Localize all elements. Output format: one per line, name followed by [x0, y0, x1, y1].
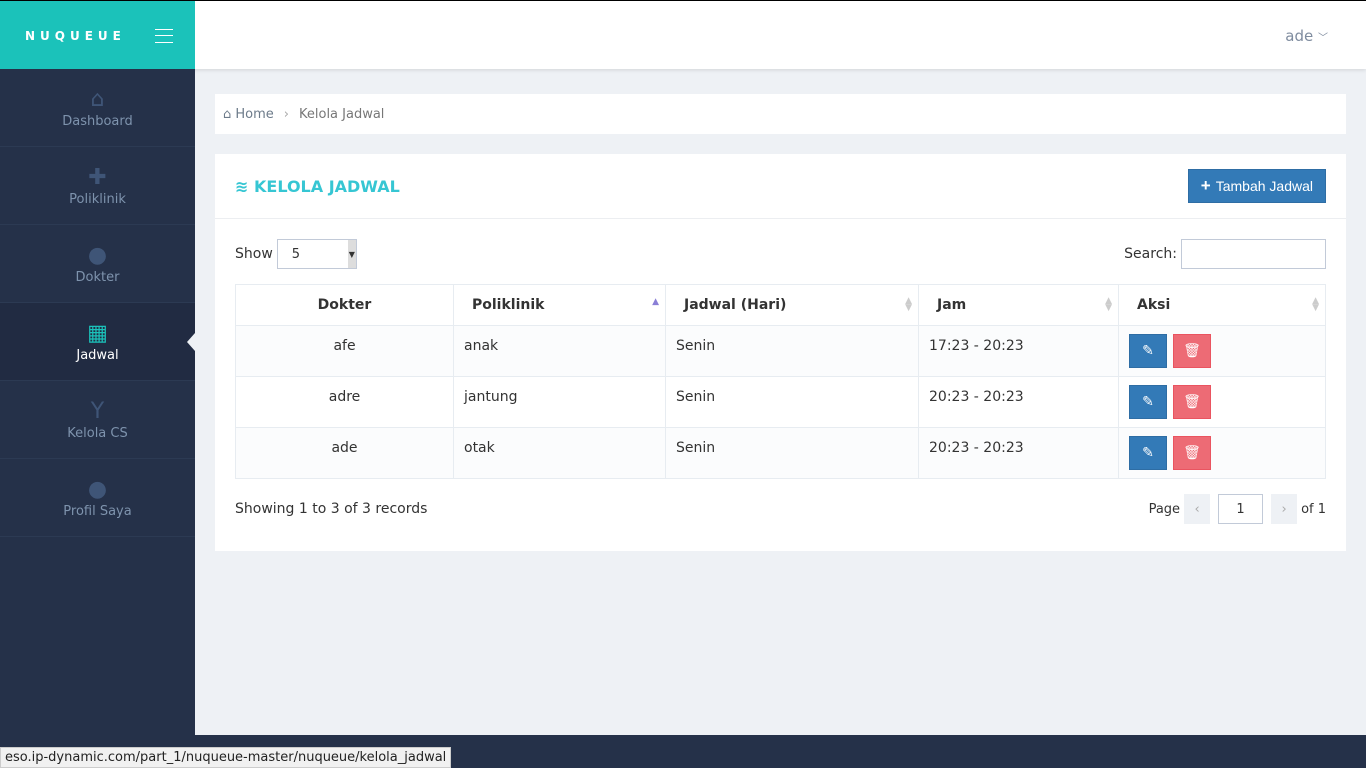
cell-poliklinik: otak: [453, 427, 666, 479]
sort-icon: ▲ ▼: [905, 296, 912, 313]
sidebar-item-dashboard[interactable]: ⌂ Dashboard: [0, 69, 195, 147]
cell-jam: 17:23 - 20:23: [918, 325, 1119, 377]
delete-button[interactable]: 🗑: [1173, 334, 1211, 368]
cell-jadwal: Senin: [665, 427, 919, 479]
table-row: adre jantung Senin 20:23 - 20:23 ✎ 🗑: [235, 376, 1326, 428]
column-header-dokter[interactable]: Dokter: [235, 284, 454, 326]
delete-button[interactable]: 🗑: [1173, 436, 1211, 470]
pencil-icon: ✎: [1142, 343, 1154, 359]
sort-icon: ▲ ▼: [1312, 296, 1319, 313]
cell-aksi: ✎ 🗑: [1118, 376, 1326, 428]
search-input[interactable]: [1181, 239, 1326, 269]
show-label: Show: [235, 246, 273, 262]
header-label: Jam: [937, 297, 967, 313]
sidebar-item-label: Kelola CS: [67, 426, 128, 441]
prev-page-button[interactable]: ‹: [1184, 494, 1211, 524]
column-header-jam[interactable]: Jam ▲ ▼: [918, 284, 1119, 326]
cell-jadwal: Senin: [665, 325, 919, 377]
header-label: Aksi: [1137, 297, 1171, 313]
edit-button[interactable]: ✎: [1129, 385, 1167, 419]
edit-button[interactable]: ✎: [1129, 334, 1167, 368]
sort-icon: ▲ ▼: [1105, 296, 1112, 313]
page-input[interactable]: 1: [1218, 494, 1264, 524]
header-label: Jadwal (Hari): [684, 297, 787, 313]
cell-jam: 20:23 - 20:23: [918, 376, 1119, 428]
child-icon: Y: [90, 399, 105, 424]
sidebar-item-profil-saya[interactable]: ● Profil Saya: [0, 459, 195, 537]
trash-icon: 🗑: [1183, 394, 1201, 410]
pagination: Page ‹ 1 › of 1: [1149, 494, 1326, 524]
header-label: Dokter: [317, 297, 372, 313]
page-title: ≋ KELOLA JADWAL: [235, 177, 400, 196]
cell-dokter: adre: [235, 376, 454, 428]
user-name: ade: [1285, 27, 1314, 45]
sidebar-item-label: Jadwal: [76, 348, 119, 363]
cell-poliklinik: jantung: [453, 376, 666, 428]
chevron-right-icon: ›: [283, 106, 289, 122]
column-header-poliklinik[interactable]: Poliklinik ▲: [453, 284, 666, 326]
sidebar: ⌂ Dashboard ✚ Poliklinik ● Dokter ▦ Jadwal Y…: [0, 69, 195, 735]
sidebar-item-dokter[interactable]: ● Dokter: [0, 225, 195, 303]
next-page-button[interactable]: ›: [1271, 494, 1298, 524]
cell-dokter: afe: [235, 325, 454, 377]
table-row: afe anak Senin 17:23 - 20:23 ✎ 🗑: [235, 325, 1326, 377]
sidebar-item-label: Poliklinik: [69, 192, 126, 207]
cell-dokter: ade: [235, 427, 454, 479]
status-url: eso.ip-dynamic.com/part_1/nuqueue-master…: [0, 747, 452, 768]
sidebar-item-label: Profil Saya: [63, 504, 132, 519]
brand-bar: NUQUEUE: [0, 1, 195, 70]
trash-icon: 🗑: [1183, 445, 1201, 461]
page-label: Page: [1148, 501, 1181, 517]
medkit-icon: ✚: [88, 165, 107, 190]
trash-icon: 🗑: [1183, 343, 1201, 359]
search-label: Search:: [1124, 246, 1177, 262]
breadcrumb-current: Kelola Jadwal: [299, 106, 385, 122]
caret-down-icon: ▼: [347, 240, 356, 268]
add-jadwal-label: Tambah Jadwal: [1215, 178, 1313, 194]
plus-icon: +: [1200, 176, 1211, 195]
cell-poliklinik: anak: [453, 325, 666, 377]
column-header-jadwal[interactable]: Jadwal (Hari) ▲ ▼: [665, 284, 919, 326]
sidebar-item-poliklinik[interactable]: ✚ Poliklinik: [0, 147, 195, 225]
chevron-down-icon: ﹀: [1318, 33, 1328, 44]
sidebar-item-jadwal[interactable]: ▦ Jadwal: [0, 303, 195, 381]
breadcrumb-home-label: Home: [235, 106, 274, 122]
breadcrumb-home[interactable]: ⌂ Home: [223, 107, 274, 122]
home-icon: ⌂: [90, 87, 105, 112]
cell-aksi: ✎ 🗑: [1118, 427, 1326, 479]
page-title-text: KELOLA JADWAL: [253, 176, 400, 196]
table-info: Showing 1 to 3 of 3 records: [235, 501, 428, 517]
user-icon: ●: [87, 477, 108, 502]
page-total: of 1: [1301, 501, 1326, 517]
breadcrumb: ⌂ Home › Kelola Jadwal: [215, 94, 1346, 134]
column-header-aksi[interactable]: Aksi ▲ ▼: [1118, 284, 1326, 326]
home-icon: ⌂: [223, 106, 232, 122]
user-md-icon: ●: [87, 243, 108, 268]
jadwal-table: Dokter Poliklinik ▲ Jadwal (Hari) ▲ ▼ Jam ▲ ▼…: [235, 284, 1326, 479]
pencil-icon: ✎: [1142, 394, 1154, 410]
sidebar-item-label: Dokter: [75, 270, 120, 285]
page-size-select[interactable]: 5 ▼: [276, 239, 357, 269]
cell-jadwal: Senin: [665, 376, 919, 428]
edit-button[interactable]: ✎: [1129, 436, 1167, 470]
user-menu[interactable]: ade ﹀: [1285, 27, 1328, 45]
calendar-icon: ▦: [87, 321, 108, 346]
cell-aksi: ✎ 🗑: [1118, 325, 1326, 377]
page-size-value: 5: [291, 246, 301, 262]
add-jadwal-button[interactable]: + Tambah Jadwal: [1187, 169, 1326, 203]
top-header: NUQUEUE ade ﹀: [0, 0, 1366, 70]
sort-asc-icon: ▲: [652, 297, 659, 307]
sidebar-item-kelola-cs[interactable]: Y Kelola CS: [0, 381, 195, 459]
jadwal-panel: ≋ KELOLA JADWAL + Tambah Jadwal Show 5 ▼ Se…: [215, 154, 1346, 551]
sidebar-item-label: Dashboard: [62, 114, 133, 129]
header-label: Poliklinik: [472, 297, 545, 313]
cell-jam: 20:23 - 20:23: [918, 427, 1119, 479]
pencil-icon: ✎: [1142, 445, 1154, 461]
layers-icon: ≋: [235, 176, 249, 196]
delete-button[interactable]: 🗑: [1173, 385, 1211, 419]
brand-logo[interactable]: NUQUEUE: [25, 29, 126, 43]
table-row: ade otak Senin 20:23 - 20:23 ✎ 🗑: [235, 427, 1326, 479]
menu-toggle-icon[interactable]: [155, 28, 173, 43]
